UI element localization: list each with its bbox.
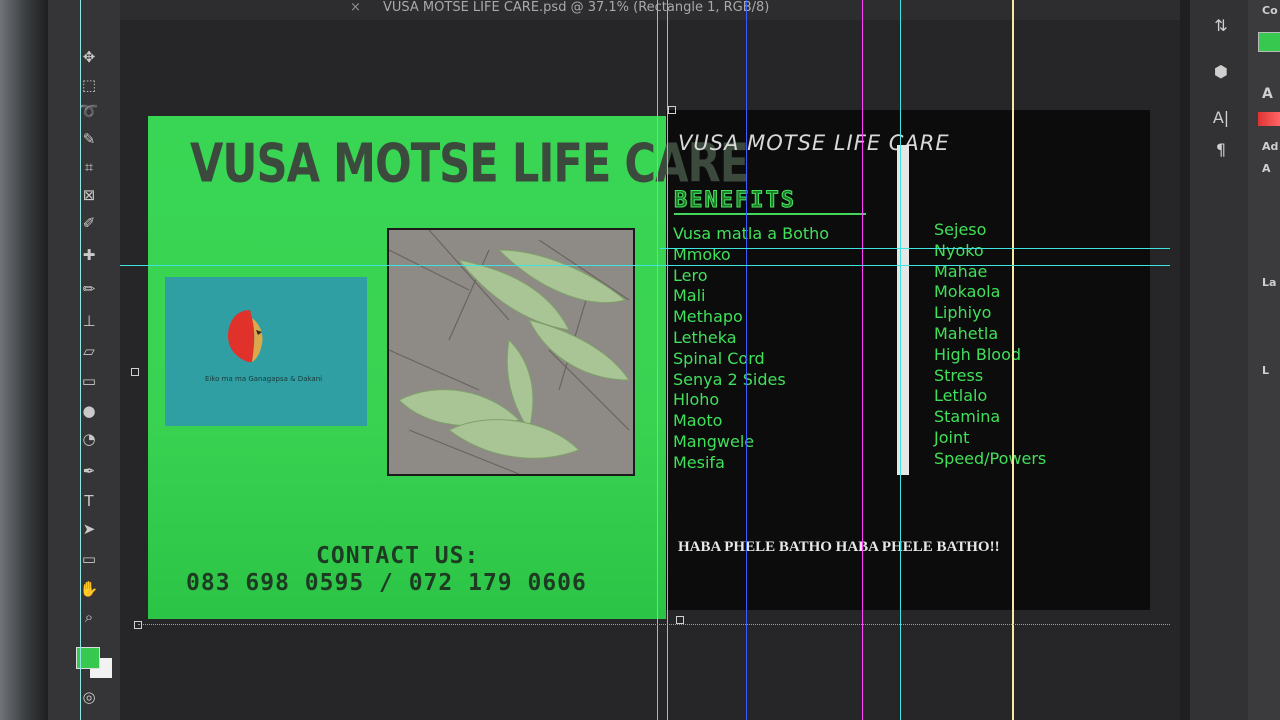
transform-handle[interactable] [668, 106, 676, 114]
paragraph-icon[interactable]: ¶ [1208, 140, 1234, 162]
panel-label: La [1262, 276, 1277, 289]
close-tab-icon[interactable]: × [350, 0, 361, 15]
list-item: Nyoko [934, 240, 984, 260]
panel-divider [1180, 0, 1190, 720]
document-title[interactable]: VUSA MOTSE LIFE CARE.psd @ 37.1% (Rectan… [383, 0, 769, 15]
properties-icon[interactable]: ⇅ [1208, 16, 1234, 38]
guide-line[interactable] [80, 0, 81, 720]
transform-handle[interactable] [676, 616, 684, 624]
color-swatch[interactable] [1258, 32, 1280, 52]
transform-handle[interactable] [134, 621, 142, 629]
list-item: High Blood [934, 344, 1022, 364]
guide-line[interactable] [746, 0, 747, 720]
benefits-list-right: Sejeso Nyoko Mahae Mokaola Liphiyo Mahet… [934, 220, 1046, 470]
monitor-bezel [0, 0, 48, 720]
3d-icon[interactable]: ⬢ [1208, 62, 1234, 84]
list-item: Spinal Cord [673, 348, 765, 368]
list-item: Hloho [673, 390, 720, 410]
logo-icon [228, 310, 263, 362]
list-item: Maoto [673, 411, 723, 431]
panel-label: A [1262, 162, 1271, 175]
guide-line[interactable] [862, 0, 863, 720]
slogan: HABA PHELE BATHO HABA PHELE BATHO!! [678, 539, 1000, 555]
panel-label: L [1262, 364, 1270, 377]
guide-line[interactable] [900, 0, 901, 720]
logo-caption: Eiko ma ma Ganagapsa & Dakani [205, 375, 323, 383]
list-item: Mangwele [673, 431, 755, 451]
list-item: Senya 2 Sides [673, 369, 786, 389]
list-item: Mali [673, 286, 706, 306]
contact-phone: 083 698 0595 / 072 179 0606 [186, 570, 587, 596]
guide-line[interactable] [1012, 0, 1014, 720]
transform-handle[interactable] [131, 368, 139, 376]
guide-line[interactable] [120, 265, 1170, 266]
gradient-swatch[interactable] [1258, 112, 1280, 126]
panel-label: Co [1262, 4, 1278, 17]
white-bar [897, 145, 909, 475]
list-item: Stress [934, 365, 984, 385]
list-item: Vusa matla a Botho [673, 224, 830, 243]
list-item: Lero [673, 265, 708, 285]
list-item: Liphiyo [934, 303, 992, 323]
benefits-heading: BENEFITS [674, 188, 796, 214]
list-item: Mahetla [934, 323, 999, 343]
list-item: Stamina [934, 407, 1001, 427]
guide-line[interactable] [657, 0, 658, 720]
guide-line[interactable] [660, 248, 1170, 249]
list-item: Letheka [673, 327, 737, 347]
side-panel [1248, 0, 1280, 720]
list-item: Mesifa [673, 452, 725, 472]
brand-title: VUSA MOTSE LIFE CARE [190, 132, 749, 195]
list-item: Joint [934, 427, 970, 447]
list-item: Methapo [673, 307, 743, 327]
list-item: Sejeso [934, 220, 987, 239]
list-item: Mokaola [934, 282, 1001, 302]
selection-border [138, 624, 1170, 625]
benefits-list-left: Vusa matla a Botho Mmoko Lero Mali Metha… [673, 224, 829, 474]
character-icon[interactable]: A| [1208, 108, 1234, 130]
list-item: Letlalo [934, 386, 988, 406]
panel-label: A [1262, 86, 1273, 102]
panel-label: Ad [1262, 140, 1279, 153]
list-item: Speed/Powers [934, 448, 1047, 468]
benefits-underline [674, 213, 866, 215]
contact-title: CONTACT US: [316, 543, 480, 569]
